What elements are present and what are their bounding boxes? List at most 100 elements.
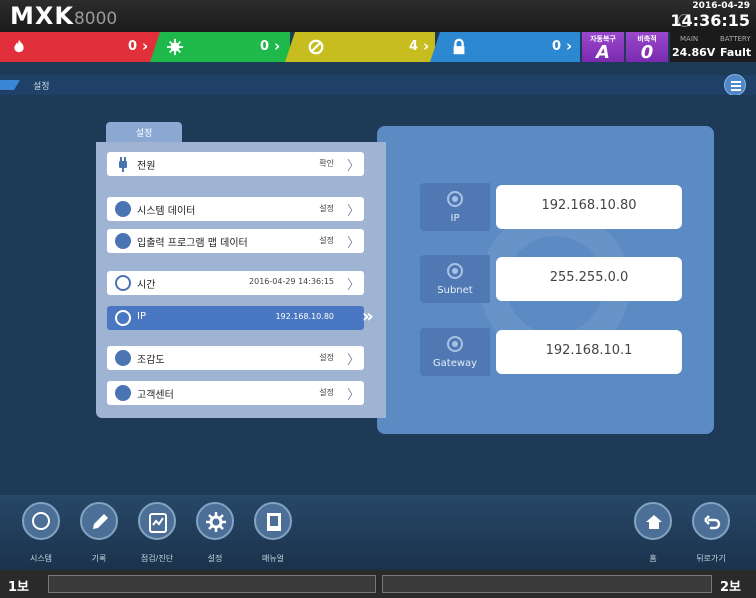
floor-left-box[interactable]: [48, 575, 376, 593]
target-icon: [115, 310, 131, 326]
nav-system-button[interactable]: [22, 502, 60, 540]
status-bar: 0 › 0 › 4 › 0 ›: [0, 32, 580, 62]
settings-item-label: 고객센터: [137, 390, 174, 401]
auto-recovery-mode[interactable]: 자동복구 A: [582, 32, 624, 63]
tab-settings[interactable]: 설정: [106, 122, 182, 142]
status-fire[interactable]: 0 ›: [0, 32, 160, 62]
nav-manual-label: 매뉴얼: [261, 554, 285, 563]
nav-settings-label: 설정: [207, 554, 223, 563]
header-date: 2016-04-29: [692, 1, 750, 11]
floor-right-box[interactable]: [382, 575, 712, 593]
nav-check-label: 점검/진단: [140, 554, 174, 563]
gateway-label: Gateway: [432, 358, 478, 369]
selected-chevron-icon: »: [362, 306, 374, 327]
subnet-field: Subnet 255.255.0.0: [420, 255, 688, 303]
globe-icon: [115, 201, 131, 217]
gateway-input[interactable]: 192.168.10.1: [496, 330, 682, 374]
breadcrumb-text: 설정: [33, 82, 50, 92]
header-time: 14:36:15: [670, 11, 750, 30]
globe-icon: [32, 512, 50, 530]
power-status: MAIN BATTERY 24.86V Fault: [670, 32, 756, 62]
target-icon: [447, 336, 463, 352]
nav-home-label: 홈: [649, 554, 657, 563]
ip-label: IP: [450, 213, 460, 224]
subnet-input[interactable]: 255.255.0.0: [496, 257, 682, 301]
nav-record-button[interactable]: [80, 502, 118, 540]
settings-item-label: 조감도: [137, 355, 165, 366]
settings-item-label: 시스템 데이터: [137, 206, 196, 217]
settings-item-value: 확인: [319, 159, 334, 168]
cube-icon: [115, 350, 131, 366]
nav-home-button[interactable]: [634, 502, 672, 540]
nav-manual-button[interactable]: [254, 502, 292, 540]
ip-input[interactable]: 192.168.10.80: [496, 185, 682, 229]
chevron-right-icon: ›: [566, 37, 573, 55]
status-lock[interactable]: 0 ›: [430, 32, 580, 62]
breadcrumb: 설정: [0, 75, 756, 95]
settings-item-label: 입출력 프로그램 맵 데이터: [137, 238, 248, 249]
settings-item-value: 설정: [319, 388, 334, 397]
settings-item-value: 설정: [319, 204, 334, 213]
chevron-right-icon: ›: [274, 37, 281, 55]
breadcrumb-marker: [0, 80, 20, 90]
fire-icon: [14, 39, 24, 53]
plug-icon: [119, 157, 127, 172]
back-arrow-icon: [704, 515, 721, 530]
clipboard-chart-icon: [149, 513, 167, 533]
chevron-right-icon: 〉: [346, 159, 360, 174]
settings-item-time[interactable]: 시간 2016-04-29 14:36:15 〉: [107, 271, 364, 295]
battery-value: Fault: [720, 46, 752, 59]
settings-item-support[interactable]: 고객센터 설정 〉: [107, 381, 364, 405]
list-icon-line: [731, 81, 741, 83]
gear-fault-icon: [166, 38, 184, 56]
logo-main: MXK: [10, 2, 74, 30]
gear-icon: [206, 512, 226, 532]
logo-number: 8000: [73, 9, 118, 29]
auto-recovery-value: A: [596, 42, 610, 63]
settings-item-power[interactable]: 전원 확인 〉: [107, 152, 364, 176]
nav-settings-button[interactable]: [196, 502, 234, 540]
chevron-right-icon: 〉: [346, 278, 360, 293]
compass-icon: [115, 233, 131, 249]
settings-item-value: 2016-04-29 14:36:15: [249, 277, 334, 286]
status-supervisory[interactable]: 4 ›: [285, 32, 435, 62]
gateway-field: Gateway 192.168.10.1: [420, 328, 688, 376]
logo: MXK8000: [10, 2, 117, 30]
manual-icon: [267, 513, 281, 531]
settings-item-io-map[interactable]: 입출력 프로그램 맵 데이터 설정 〉: [107, 229, 364, 253]
settings-item-ip[interactable]: IP 192.168.10.80: [107, 306, 364, 330]
ip-tag: IP: [420, 183, 490, 231]
floor-right-label: 2보: [720, 580, 742, 595]
nav-back-label: 뒤로가기: [696, 554, 726, 563]
target-icon: [447, 191, 463, 207]
settings-item-label: 전원: [137, 161, 156, 172]
chevron-right-icon: 〉: [346, 353, 360, 368]
settings-item-label: IP: [137, 311, 146, 322]
status-fault[interactable]: 0 ›: [150, 32, 290, 62]
pencil-icon: [93, 514, 108, 529]
status-fault-count: 0: [260, 39, 270, 54]
chevron-right-icon: ›: [142, 37, 149, 55]
chevron-right-icon: ›: [423, 37, 430, 55]
settings-item-value: 설정: [319, 353, 334, 362]
nav-back-button[interactable]: [692, 502, 730, 540]
settings-item-value: 192.168.10.80: [275, 312, 334, 321]
settings-item-label: 시간: [137, 280, 156, 291]
target-icon: [447, 263, 463, 279]
subnet-tag: Subnet: [420, 255, 490, 303]
settings-item-system-data[interactable]: 시스템 데이터 설정 〉: [107, 197, 364, 221]
top-header: MXK8000 2016-04-29 14:36:15: [0, 0, 756, 32]
settings-item-birdseye[interactable]: 조감도 설정 〉: [107, 346, 364, 370]
subnet-label: Subnet: [437, 285, 473, 296]
gateway-tag: Gateway: [420, 328, 490, 376]
battery-label: BATTERY: [720, 35, 751, 43]
nav-system-label: 시스템: [29, 554, 53, 563]
non-accumulate-mode[interactable]: 비축적 0: [626, 32, 668, 63]
main-power-label: MAIN: [680, 35, 699, 43]
chevron-right-icon: 〉: [346, 236, 360, 251]
status-fire-count: 0: [128, 39, 138, 54]
status-lock-count: 0: [552, 39, 562, 54]
list-menu-button[interactable]: [724, 74, 746, 96]
lock-icon: [453, 38, 465, 55]
nav-check-button[interactable]: [138, 502, 176, 540]
